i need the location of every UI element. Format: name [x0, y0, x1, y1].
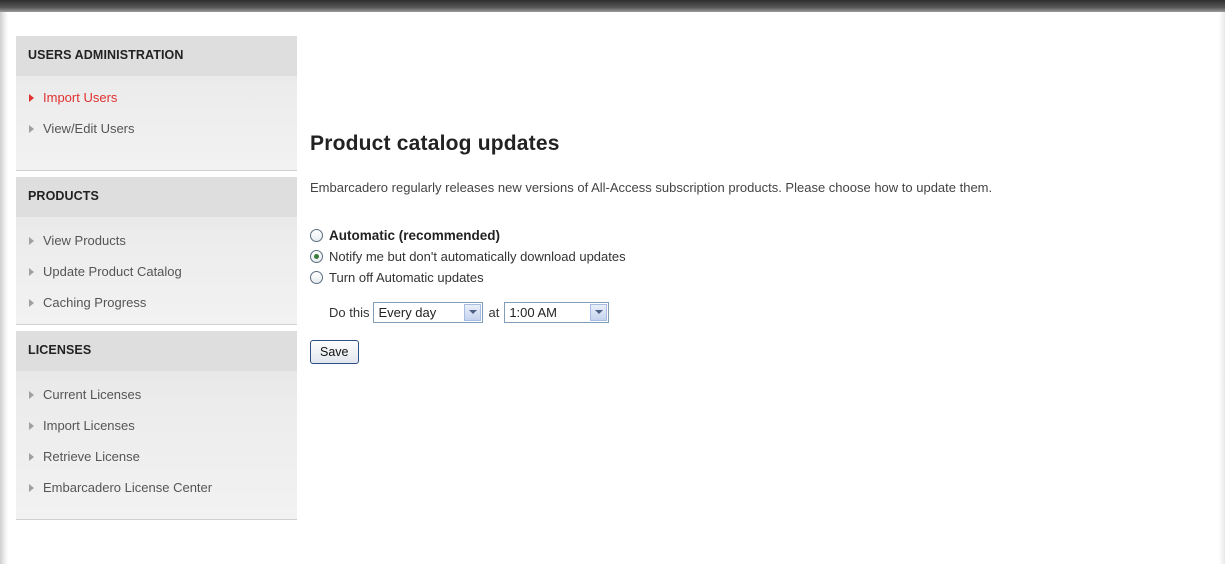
arrow-right-icon: [29, 390, 34, 399]
arrow-right-icon: [29, 93, 34, 102]
sidebar-item-current-licenses[interactable]: Current Licenses: [16, 379, 297, 410]
products-panel: PRODUCTS View Products Update Product Ca…: [16, 177, 297, 325]
panel-title-users-administration: USERS ADMINISTRATION: [16, 36, 297, 76]
time-select[interactable]: 1:00 AM: [504, 301, 610, 323]
arrow-right-icon: [29, 124, 34, 133]
radio-label-turn-off: Turn off Automatic updates: [329, 270, 484, 285]
intro-text: Embarcadero regularly releases new versi…: [310, 180, 993, 195]
sidebar-item-caching-progress[interactable]: Caching Progress: [16, 287, 297, 318]
sidebar-item-label: View Products: [43, 233, 126, 248]
arrow-right-icon: [29, 267, 34, 276]
window-left-edge: [0, 12, 8, 564]
time-dropdown-button[interactable]: [590, 303, 608, 321]
sidebar-item-retrieve-license[interactable]: Retrieve License: [16, 441, 297, 472]
sidebar-item-label: Caching Progress: [43, 295, 147, 310]
frequency-select[interactable]: Every day: [373, 301, 484, 323]
sidebar-item-label: View/Edit Users: [43, 121, 135, 136]
radio-automatic[interactable]: Automatic (recommended): [310, 225, 1200, 246]
arrow-right-icon: [29, 236, 34, 245]
sidebar-item-label: Import Licenses: [43, 418, 135, 433]
radio-checked-icon[interactable]: [310, 250, 323, 263]
chevron-down-icon: [468, 310, 477, 314]
page-title: Product catalog updates: [310, 132, 560, 155]
update-mode-radio-group: Automatic (recommended) Notify me but do…: [310, 225, 1200, 288]
sidebar-item-label: Embarcadero License Center: [43, 480, 213, 495]
sidebar-item-label: Current Licenses: [43, 387, 142, 402]
window-top-border: [0, 0, 1225, 12]
sidebar-item-label: Update Product Catalog: [43, 264, 182, 279]
schedule-row: Do this Every day at 1:00 AM: [329, 300, 1200, 324]
sidebar-item-label: Import Users: [43, 90, 118, 105]
save-button[interactable]: Save: [310, 340, 359, 364]
sidebar-item-update-product-catalog[interactable]: Update Product Catalog: [16, 256, 297, 287]
radio-label-automatic: Automatic (recommended): [329, 228, 501, 243]
sidebar-item-import-users[interactable]: Import Users: [16, 82, 297, 113]
chevron-down-icon: [594, 310, 603, 314]
arrow-right-icon: [29, 483, 34, 492]
users-administration-panel: USERS ADMINISTRATION Import Users View/E…: [16, 36, 297, 171]
time-select-value: 1:00 AM: [509, 304, 558, 320]
schedule-at-label: at: [488, 304, 500, 320]
sidebar: USERS ADMINISTRATION Import Users View/E…: [16, 36, 297, 526]
radio-unchecked-icon[interactable]: [310, 229, 323, 242]
sidebar-item-label: Retrieve License: [43, 449, 140, 464]
frequency-select-value: Every day: [378, 304, 437, 320]
radio-notify-only[interactable]: Notify me but don't automatically downlo…: [310, 246, 1200, 267]
panel-title-products: PRODUCTS: [16, 177, 297, 217]
main-content: Product catalog updates Embarcadero regu…: [310, 132, 1200, 364]
radio-turn-off[interactable]: Turn off Automatic updates: [310, 267, 1200, 288]
schedule-prefix-label: Do this: [329, 304, 370, 320]
arrow-right-icon: [29, 421, 34, 430]
panel-title-licenses: LICENSES: [16, 331, 297, 371]
frequency-dropdown-button[interactable]: [464, 303, 482, 321]
sidebar-item-view-products[interactable]: View Products: [16, 225, 297, 256]
radio-unchecked-icon[interactable]: [310, 271, 323, 284]
sidebar-item-view-edit-users[interactable]: View/Edit Users: [16, 113, 297, 144]
sidebar-item-embarcadero-license-center[interactable]: Embarcadero License Center: [16, 472, 297, 503]
window-right-edge: [1219, 12, 1225, 564]
licenses-panel: LICENSES Current Licenses Import License…: [16, 331, 297, 520]
radio-label-notify-only: Notify me but don't automatically downlo…: [329, 249, 626, 264]
arrow-right-icon: [29, 452, 34, 461]
sidebar-item-import-licenses[interactable]: Import Licenses: [16, 410, 297, 441]
arrow-right-icon: [29, 298, 34, 307]
